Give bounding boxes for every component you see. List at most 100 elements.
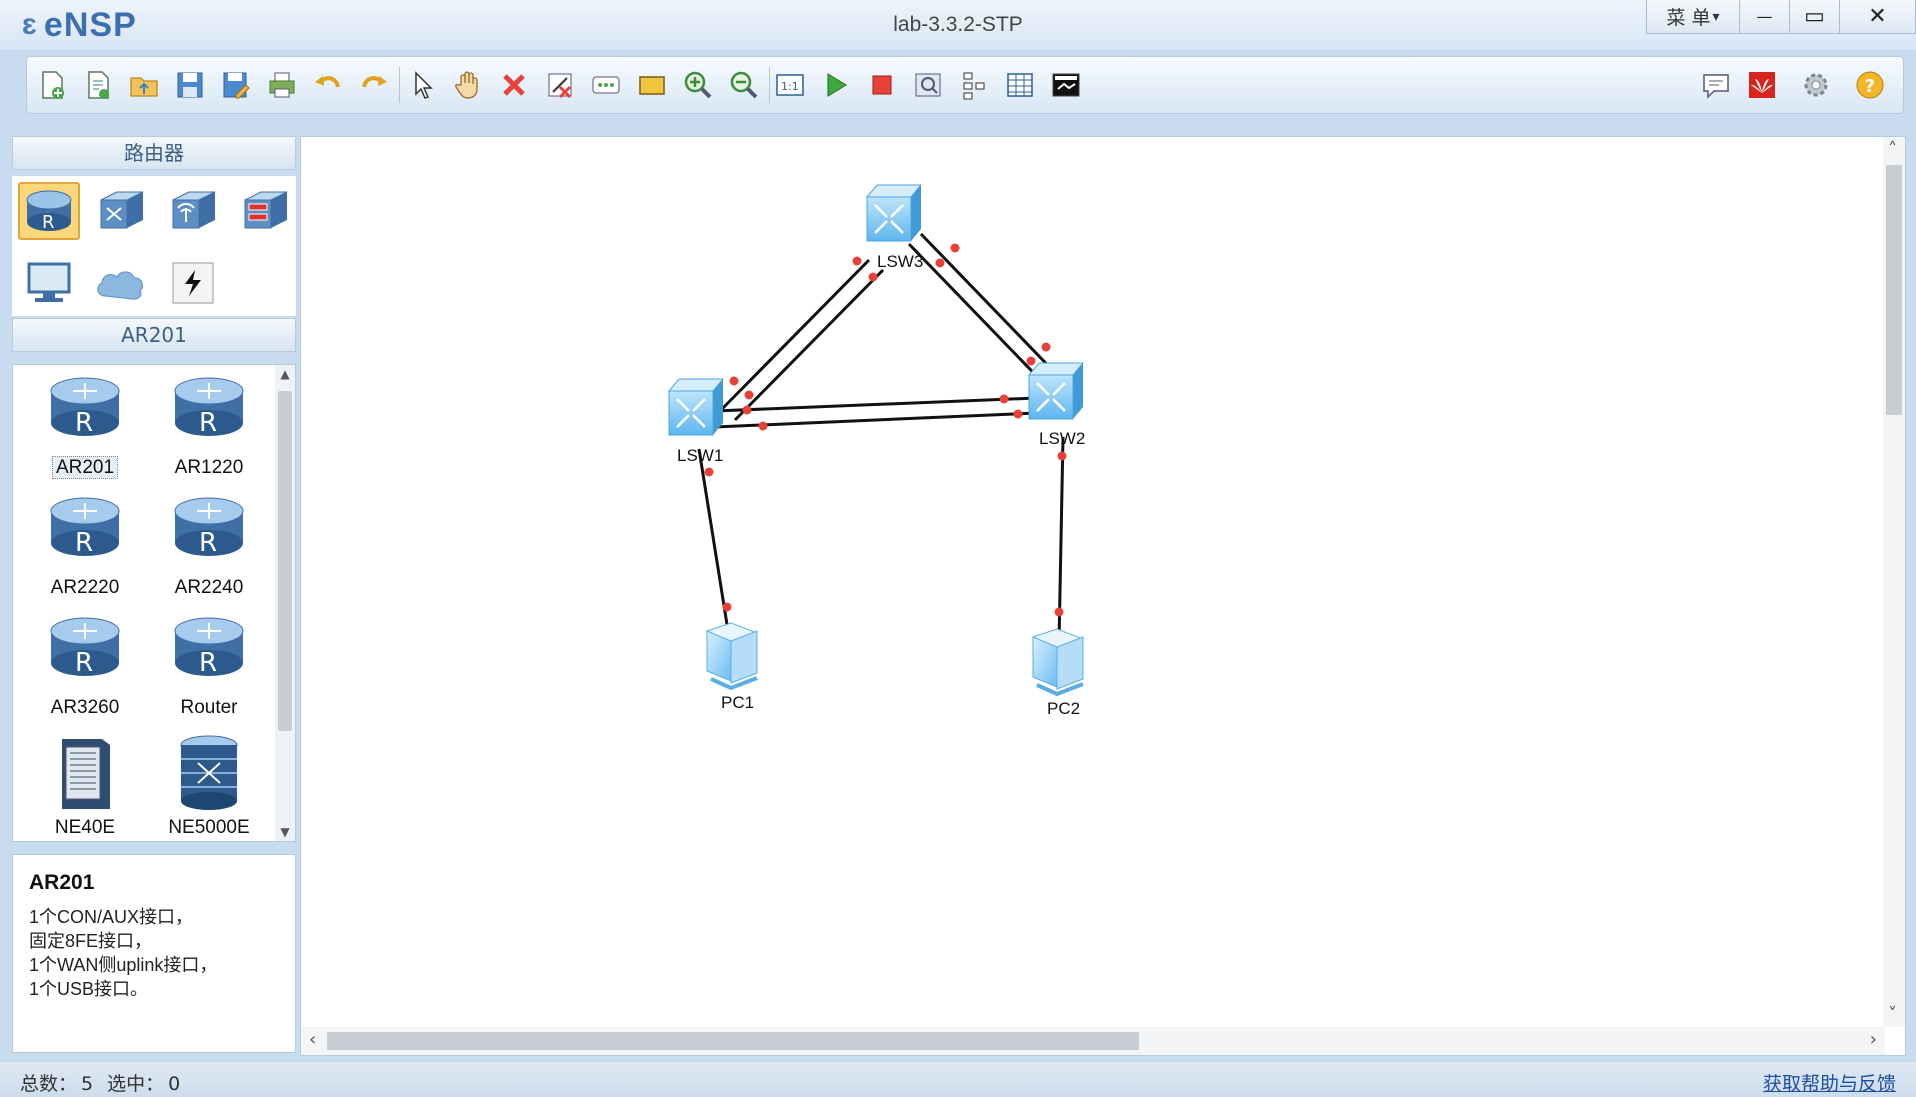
canvas-horizontal-scrollbar[interactable]: ‹ › bbox=[301, 1027, 1885, 1055]
settings-icon[interactable] bbox=[1797, 66, 1835, 104]
fit-icon[interactable]: 1:1 bbox=[771, 66, 809, 104]
link-lsw3-lsw1-b[interactable] bbox=[733, 268, 885, 422]
port-marker bbox=[722, 602, 732, 612]
print-icon[interactable] bbox=[263, 66, 301, 104]
cli-icon[interactable] bbox=[1047, 66, 1085, 104]
link-layer bbox=[697, 232, 1067, 644]
node-lsw2[interactable]: LSW2 bbox=[1027, 361, 1085, 448]
device-info-line: 1个WAN侧uplink接口， bbox=[29, 955, 218, 975]
start-device-icon[interactable] bbox=[817, 66, 855, 104]
help-icon[interactable]: ? bbox=[1851, 66, 1889, 104]
chevron-left-icon[interactable]: ‹ bbox=[309, 1029, 316, 1050]
device-list: R AR201 R AR1220 R AR2220 R AR2240 R AR3… bbox=[12, 364, 296, 842]
menu-button[interactable]: 菜 单 ▾ bbox=[1646, 0, 1740, 34]
select-icon[interactable] bbox=[403, 66, 441, 104]
status-counts: 总数： 5 选中： 0 bbox=[20, 1069, 184, 1096]
link-lsw3-lsw2-b[interactable] bbox=[907, 242, 1055, 395]
maximize-button[interactable]: ▭ bbox=[1790, 0, 1840, 34]
toolbar-separator bbox=[769, 67, 770, 103]
new-topology-icon[interactable] bbox=[33, 66, 71, 104]
topology-canvas[interactable]: LSW3 LSW1 LSW2 PC1 PC2 ˄ ˅ ‹ › bbox=[300, 136, 1906, 1056]
device-item-ar1220[interactable]: R AR1220 bbox=[149, 373, 269, 483]
device-label: AR2240 bbox=[174, 577, 244, 598]
node-pc2[interactable]: PC2 bbox=[1031, 627, 1085, 718]
device-item-ne5000e[interactable]: NE5000E bbox=[149, 733, 269, 841]
device-info-box: AR201 1个CON/AUX接口， 固定8FE接口， 1个WAN侧uplink… bbox=[12, 854, 296, 1053]
open-icon[interactable] bbox=[125, 66, 163, 104]
router-icon: R bbox=[174, 497, 244, 558]
port-markers bbox=[704, 243, 1067, 617]
device-item-ar2240[interactable]: R AR2240 bbox=[149, 493, 269, 603]
close-button[interactable]: ✕ bbox=[1840, 0, 1916, 34]
link-icon[interactable] bbox=[162, 254, 224, 312]
port-marker bbox=[1041, 342, 1051, 352]
pc-icon[interactable] bbox=[18, 254, 80, 312]
rectangle-icon[interactable] bbox=[633, 66, 671, 104]
device-item-router[interactable]: R Router bbox=[149, 613, 269, 723]
switch-icon bbox=[1027, 361, 1085, 421]
scrollbar-thumb[interactable] bbox=[1886, 165, 1902, 415]
device-label: AR201 bbox=[51, 456, 119, 479]
device-item-ne40e[interactable]: NE40E bbox=[25, 733, 145, 841]
svg-text:R: R bbox=[75, 648, 93, 678]
link-lsw3-lsw1-a[interactable] bbox=[719, 258, 871, 412]
zoom-in-icon[interactable] bbox=[679, 66, 717, 104]
topology-icon[interactable] bbox=[955, 66, 993, 104]
help-feedback-link[interactable]: 获取帮助与反馈 bbox=[1763, 1069, 1896, 1096]
scrollbar-thumb[interactable] bbox=[278, 391, 292, 731]
device-item-ar201[interactable]: R AR201 bbox=[25, 373, 145, 483]
cloud-icon[interactable] bbox=[90, 254, 152, 312]
router-icon[interactable]: R bbox=[18, 182, 80, 240]
wlan-icon[interactable] bbox=[162, 182, 224, 240]
switch-icon[interactable] bbox=[90, 182, 152, 240]
topology-diagram[interactable]: LSW3 LSW1 LSW2 PC1 PC2 bbox=[301, 137, 1885, 1027]
port-marker bbox=[729, 376, 739, 386]
chassis-router-icon bbox=[62, 739, 110, 809]
delete-link-icon[interactable] bbox=[541, 66, 579, 104]
firewall-icon[interactable] bbox=[234, 182, 296, 240]
minimize-icon: — bbox=[1756, 7, 1773, 26]
chevron-up-icon[interactable]: ˄ bbox=[1888, 139, 1897, 160]
grid-icon[interactable] bbox=[1001, 66, 1039, 104]
delete-icon[interactable] bbox=[495, 66, 533, 104]
port-marker bbox=[950, 243, 960, 253]
node-lsw3[interactable]: LSW3 bbox=[865, 183, 923, 271]
chevron-down-icon[interactable]: ▼ bbox=[275, 825, 295, 839]
port-marker bbox=[742, 405, 752, 415]
scrollbar-thumb[interactable] bbox=[327, 1032, 1139, 1050]
link-lsw3-lsw2-a[interactable] bbox=[919, 232, 1067, 385]
save-as-icon[interactable] bbox=[217, 66, 255, 104]
device-label: AR1220 bbox=[174, 457, 244, 478]
minimize-button[interactable]: — bbox=[1740, 0, 1790, 34]
device-item-ar2220[interactable]: R AR2220 bbox=[25, 493, 145, 603]
chevron-down-icon[interactable]: ˅ bbox=[1888, 1004, 1897, 1025]
node-pc1[interactable]: PC1 bbox=[705, 621, 759, 712]
undo-icon[interactable] bbox=[309, 66, 347, 104]
huawei-icon[interactable] bbox=[1743, 66, 1781, 104]
router-icon: R bbox=[174, 377, 244, 438]
node-lsw1[interactable]: LSW1 bbox=[667, 377, 725, 465]
pan-hand-icon[interactable] bbox=[449, 66, 487, 104]
chevron-up-icon[interactable]: ▲ bbox=[275, 367, 295, 381]
device-item-ar3260[interactable]: R AR3260 bbox=[25, 613, 145, 723]
text-icon[interactable] bbox=[587, 66, 625, 104]
redo-icon[interactable] bbox=[355, 66, 393, 104]
router-icon: R bbox=[174, 617, 244, 678]
canvas-vertical-scrollbar[interactable]: ˄ ˅ bbox=[1883, 137, 1905, 1027]
save-icon[interactable] bbox=[171, 66, 209, 104]
chevron-right-icon[interactable]: › bbox=[1870, 1029, 1877, 1050]
stop-device-icon[interactable] bbox=[863, 66, 901, 104]
link-lsw1-lsw2-a[interactable] bbox=[714, 396, 1038, 413]
chat-icon[interactable] bbox=[1697, 66, 1735, 104]
port-marker bbox=[852, 256, 862, 266]
selected-label: 选中： bbox=[107, 1073, 165, 1095]
device-list-scrollbar[interactable]: ▲ ▼ bbox=[275, 365, 295, 841]
device-label: AR2220 bbox=[50, 577, 120, 598]
category-grid: R bbox=[12, 176, 296, 316]
port-marker bbox=[868, 272, 878, 282]
zoom-out-icon[interactable] bbox=[725, 66, 763, 104]
svg-text:R: R bbox=[199, 648, 217, 678]
port-marker bbox=[1013, 409, 1023, 419]
new-example-icon[interactable] bbox=[79, 66, 117, 104]
capture-icon[interactable] bbox=[909, 66, 947, 104]
